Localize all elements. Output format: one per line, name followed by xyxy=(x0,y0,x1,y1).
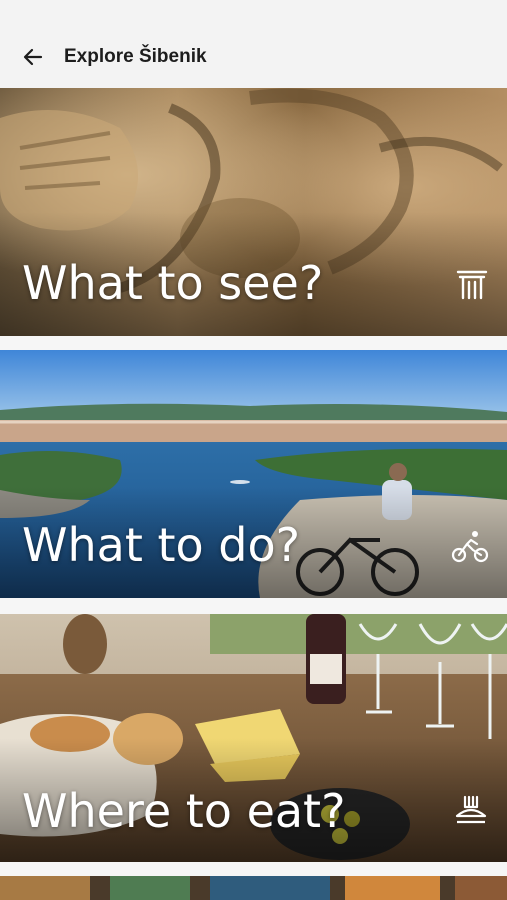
app-bar: Explore Šibenik xyxy=(0,0,507,88)
card-separator xyxy=(0,598,507,614)
card-label: Where to eat? xyxy=(22,784,346,838)
card-next-partial[interactable] xyxy=(0,876,507,900)
card-where-to-eat[interactable]: Where to eat? xyxy=(0,614,507,862)
food-dish-icon xyxy=(455,795,487,824)
card-label: What to see? xyxy=(22,256,324,310)
back-button[interactable] xyxy=(20,44,46,70)
monument-column-icon xyxy=(456,270,488,300)
card-label: What to do? xyxy=(22,518,301,572)
card-what-to-see[interactable]: What to see? xyxy=(0,88,507,336)
bicycle-rider-icon xyxy=(451,531,489,563)
card-separator xyxy=(0,336,507,350)
card-what-to-do[interactable]: What to do? xyxy=(0,350,507,598)
card-separator xyxy=(0,862,507,876)
arrow-left-icon xyxy=(23,48,43,66)
page-title: Explore Šibenik xyxy=(64,46,207,67)
card-image-partial xyxy=(0,876,507,900)
